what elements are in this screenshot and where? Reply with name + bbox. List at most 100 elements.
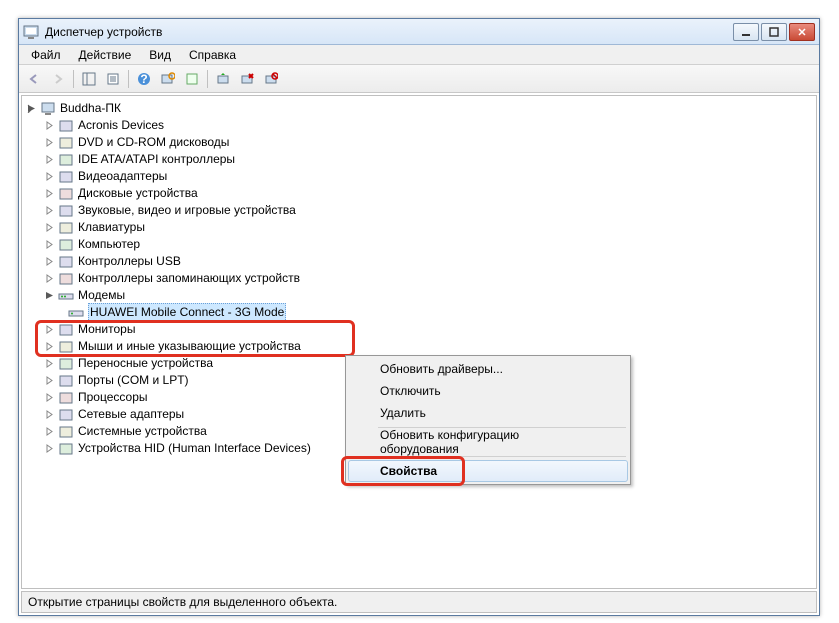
tree-node-label[interactable]: Системные устройства bbox=[78, 423, 207, 440]
menu-help[interactable]: Справка bbox=[181, 46, 244, 64]
tree-node[interactable]: Клавиатуры bbox=[24, 219, 814, 236]
expander-icon[interactable] bbox=[44, 392, 55, 403]
tree-node-label[interactable]: Компьютер bbox=[78, 236, 140, 253]
status-text: Открытие страницы свойств для выделенног… bbox=[28, 595, 337, 609]
device-category-icon bbox=[58, 356, 74, 372]
expander-icon[interactable] bbox=[44, 375, 55, 386]
tree-node[interactable]: Мониторы bbox=[24, 321, 814, 338]
toolbar: ? bbox=[19, 65, 819, 93]
device-category-icon bbox=[58, 186, 74, 202]
menu-action[interactable]: Действие bbox=[71, 46, 140, 64]
device-category-icon bbox=[58, 118, 74, 134]
menubar: Файл Действие Вид Справка bbox=[19, 45, 819, 65]
expander-icon[interactable] bbox=[44, 137, 55, 148]
expander-icon[interactable] bbox=[44, 239, 55, 250]
expander-icon[interactable] bbox=[44, 256, 55, 267]
tree-node-label[interactable]: Переносные устройства bbox=[78, 355, 213, 372]
device-category-icon bbox=[58, 169, 74, 185]
scan-hardware-button[interactable] bbox=[157, 68, 179, 90]
device-manager-window: Диспетчер устройств Файл Действие Вид Сп… bbox=[18, 18, 820, 616]
ctx-update-drivers[interactable]: Обновить драйверы... bbox=[348, 358, 628, 380]
toolbar-button-6[interactable] bbox=[181, 68, 203, 90]
expander-icon[interactable] bbox=[44, 120, 55, 131]
maximize-button[interactable] bbox=[761, 23, 787, 41]
tree-node-label[interactable]: Устройства HID (Human Interface Devices) bbox=[78, 440, 311, 457]
tree-node-label[interactable]: Мыши и иные указывающие устройства bbox=[78, 338, 301, 355]
computer-icon bbox=[40, 101, 56, 117]
ctx-separator bbox=[378, 456, 626, 457]
window-title: Диспетчер устройств bbox=[45, 25, 733, 39]
ctx-disable[interactable]: Отключить bbox=[348, 380, 628, 402]
tree-node-label[interactable]: Дисковые устройства bbox=[78, 185, 198, 202]
statusbar: Открытие страницы свойств для выделенног… bbox=[21, 591, 817, 613]
tree-node[interactable]: Звуковые, видео и игровые устройства bbox=[24, 202, 814, 219]
device-category-icon bbox=[58, 220, 74, 236]
ctx-refresh-hardware[interactable]: Обновить конфигурацию оборудования bbox=[348, 431, 628, 453]
window-controls bbox=[733, 23, 815, 41]
tree-node-label[interactable]: Контроллеры USB bbox=[78, 253, 181, 270]
device-category-icon bbox=[58, 135, 74, 151]
ctx-properties[interactable]: Свойства bbox=[348, 460, 628, 482]
tree-node-label[interactable]: Порты (COM и LPT) bbox=[78, 372, 189, 389]
tree-node-label[interactable]: IDE ATA/ATAPI контроллеры bbox=[78, 151, 235, 168]
device-category-icon bbox=[58, 271, 74, 287]
tree-node-label[interactable]: Видеоадаптеры bbox=[78, 168, 167, 185]
tree-node[interactable]: DVD и CD-ROM дисководы bbox=[24, 134, 814, 151]
update-driver-toolbar-button[interactable] bbox=[212, 68, 234, 90]
back-button[interactable] bbox=[23, 68, 45, 90]
show-hide-tree-button[interactable] bbox=[78, 68, 100, 90]
uninstall-toolbar-button[interactable] bbox=[236, 68, 258, 90]
context-menu: Обновить драйверы... Отключить Удалить О… bbox=[345, 355, 631, 485]
forward-button[interactable] bbox=[47, 68, 69, 90]
expander-icon[interactable] bbox=[44, 222, 55, 233]
disable-toolbar-button[interactable] bbox=[260, 68, 282, 90]
tree-node-label[interactable]: Контроллеры запоминающих устройств bbox=[78, 270, 300, 287]
tree-node[interactable]: Компьютер bbox=[24, 236, 814, 253]
svg-text:?: ? bbox=[140, 72, 147, 86]
expander-icon[interactable] bbox=[44, 154, 55, 165]
expander-icon[interactable] bbox=[44, 443, 55, 454]
ctx-delete[interactable]: Удалить bbox=[348, 402, 628, 424]
tree-node-label[interactable]: Сетевые адаптеры bbox=[78, 406, 184, 423]
tree-node[interactable]: Контроллеры запоминающих устройств bbox=[24, 270, 814, 287]
device-category-icon bbox=[58, 373, 74, 389]
expander-icon[interactable] bbox=[44, 188, 55, 199]
modems-icon bbox=[58, 288, 74, 304]
tree-node[interactable]: Acronis Devices bbox=[24, 117, 814, 134]
expander-icon[interactable] bbox=[44, 324, 55, 335]
expander-icon[interactable] bbox=[44, 426, 55, 437]
minimize-button[interactable] bbox=[733, 23, 759, 41]
menu-file[interactable]: Файл bbox=[23, 46, 69, 64]
expander-icon[interactable] bbox=[44, 341, 55, 352]
properties-toolbar-button[interactable] bbox=[102, 68, 124, 90]
expander-icon[interactable] bbox=[26, 103, 37, 114]
tree-node-label[interactable]: Acronis Devices bbox=[78, 117, 164, 134]
tree-node-label[interactable]: Звуковые, видео и игровые устройства bbox=[78, 202, 296, 219]
tree-node-label[interactable]: DVD и CD-ROM дисководы bbox=[78, 134, 229, 151]
titlebar: Диспетчер устройств bbox=[19, 19, 819, 45]
tree-node[interactable]: Контроллеры USB bbox=[24, 253, 814, 270]
tree-node-modems[interactable]: Модемы bbox=[78, 287, 125, 304]
tree-node[interactable]: Мыши и иные указывающие устройства bbox=[24, 338, 814, 355]
tree-node-label[interactable]: Клавиатуры bbox=[78, 219, 145, 236]
expander-icon[interactable] bbox=[44, 358, 55, 369]
expander-icon[interactable] bbox=[44, 171, 55, 182]
device-category-icon bbox=[58, 424, 74, 440]
tree-node[interactable]: Дисковые устройства bbox=[24, 185, 814, 202]
expander-icon[interactable] bbox=[44, 273, 55, 284]
menu-view[interactable]: Вид bbox=[141, 46, 179, 64]
tree-root-label[interactable]: Buddha-ПК bbox=[60, 100, 121, 117]
device-category-icon bbox=[58, 203, 74, 219]
tree-node-huawei-modem[interactable]: HUAWEI Mobile Connect - 3G Mode bbox=[88, 303, 286, 322]
tree-node-label[interactable]: Процессоры bbox=[78, 389, 148, 406]
expander-icon[interactable] bbox=[44, 290, 55, 301]
close-button[interactable] bbox=[789, 23, 815, 41]
tree-node-label[interactable]: Мониторы bbox=[78, 321, 135, 338]
tree-content: Buddha-ПК Acronis Devices DVD и CD-ROM д… bbox=[21, 95, 817, 589]
tree-node[interactable]: IDE ATA/ATAPI контроллеры bbox=[24, 151, 814, 168]
expander-icon[interactable] bbox=[44, 409, 55, 420]
help-toolbar-button[interactable]: ? bbox=[133, 68, 155, 90]
device-category-icon bbox=[58, 407, 74, 423]
expander-icon[interactable] bbox=[44, 205, 55, 216]
tree-node[interactable]: Видеоадаптеры bbox=[24, 168, 814, 185]
